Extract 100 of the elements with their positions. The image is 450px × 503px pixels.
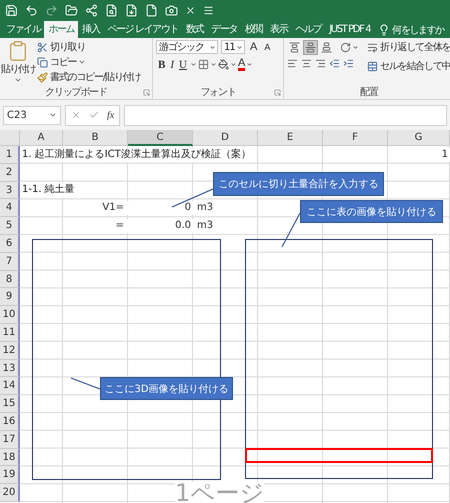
caret-icon (236, 44, 243, 50)
cell-text: 1 (440, 148, 450, 162)
wrap-text-icon (367, 42, 378, 52)
borders-icon[interactable] (198, 59, 209, 70)
lightbulb-icon (378, 24, 390, 36)
grow-font-button[interactable]: A (248, 41, 260, 53)
caret-icon (230, 61, 237, 68)
undo-icon[interactable] (25, 4, 38, 16)
close-icon[interactable] (185, 4, 196, 16)
copy-button[interactable]: コピー (36, 55, 142, 69)
insert-function-button[interactable]: fx (107, 110, 114, 120)
print-preview-icon[interactable] (105, 4, 118, 16)
merge-center-button[interactable]: セルを結合して中 (366, 59, 450, 73)
align-center-icon[interactable] (301, 58, 312, 69)
column-header[interactable]: C (128, 130, 193, 146)
ribbon-tab[interactable]: ページ レイアウト (103, 21, 182, 38)
format-painter-button[interactable]: 書式のコピー/貼り付け (36, 70, 142, 84)
camera-icon[interactable] (165, 4, 178, 16)
customize-icon[interactable] (203, 4, 214, 16)
bold-button[interactable]: B (156, 58, 168, 70)
cell-text: = (114, 219, 128, 234)
row-header[interactable]: 3 (0, 182, 20, 200)
wrap-text-button[interactable]: 折り返して全体を (366, 40, 450, 54)
row-header[interactable]: 4 (0, 199, 20, 218)
caret-icon (352, 44, 359, 51)
row-header[interactable]: 15 (0, 395, 20, 413)
vertical-align-button[interactable] (319, 40, 334, 55)
vertical-align-button[interactable] (303, 40, 318, 55)
row-header[interactable]: 14 (0, 377, 20, 396)
ribbon-tab[interactable]: ファイル (2, 21, 44, 38)
share-icon[interactable] (85, 4, 98, 16)
vertical-align-button[interactable] (287, 40, 302, 55)
clipboard-icon (7, 40, 29, 62)
ribbon-tab[interactable]: JUST PDF 4 (325, 21, 374, 38)
row-header[interactable]: 8 (0, 270, 20, 288)
fill-color-icon[interactable] (218, 59, 229, 70)
ribbon-tab[interactable]: ヘルプ (291, 21, 326, 38)
folder-icon[interactable] (65, 4, 78, 16)
increase-indent-icon[interactable] (343, 58, 354, 69)
caret-icon (49, 111, 57, 119)
row-header[interactable]: 12 (0, 342, 20, 360)
dialog-launcher-icon[interactable] (143, 89, 150, 96)
leader-line (70, 378, 100, 390)
row-header[interactable]: 10 (0, 306, 20, 324)
row-header[interactable]: 5 (0, 217, 20, 235)
align-icon (305, 42, 316, 53)
caret-icon (190, 61, 197, 68)
column-header[interactable]: E (258, 130, 323, 146)
row-header[interactable]: 2 (0, 164, 20, 182)
cut-button[interactable]: 切り取り (36, 40, 142, 54)
file-save-icon[interactable] (125, 4, 138, 16)
dialog-launcher-icon[interactable] (274, 89, 281, 96)
redo-icon[interactable] (45, 4, 58, 16)
orientation-icon[interactable] (340, 42, 351, 53)
caret-icon (78, 58, 86, 66)
row-header[interactable]: 20 (0, 484, 20, 502)
ribbon-tab[interactable]: ホーム (44, 21, 78, 38)
row-header[interactable]: 13 (0, 360, 20, 378)
ribbon-tab[interactable]: 挿入 (78, 21, 104, 38)
name-box[interactable]: C23 (3, 106, 61, 124)
group-label: フォント (199, 86, 237, 99)
column-header[interactable]: F (323, 130, 388, 146)
row-header[interactable]: 18 (0, 448, 20, 466)
cell-text: 0.0 (173, 219, 193, 234)
align-icon (321, 42, 332, 53)
font-color-button[interactable]: A (238, 58, 246, 71)
row-header[interactable]: 11 (0, 324, 20, 342)
row-header[interactable]: 1 (0, 146, 20, 164)
save-icon[interactable] (5, 4, 18, 16)
row-header[interactable]: 7 (0, 252, 20, 271)
row-header[interactable]: 17 (0, 430, 20, 449)
leader-line (282, 212, 300, 248)
ribbon-tab[interactable]: 表示 (266, 21, 292, 38)
column-header[interactable]: G (388, 130, 450, 146)
formula-field[interactable] (124, 104, 447, 126)
shrink-font-button[interactable]: A (262, 42, 272, 52)
column-header[interactable]: A (20, 130, 63, 146)
tell-me-field[interactable]: 何をしますか (392, 22, 444, 36)
cell-text: V1= (100, 201, 128, 216)
decrease-indent-icon[interactable] (329, 58, 340, 69)
row-header[interactable]: 6 (0, 234, 20, 253)
row-header[interactable]: 16 (0, 412, 20, 431)
row-header[interactable]: 19 (0, 466, 20, 484)
row-header[interactable]: 9 (0, 288, 20, 306)
paste-button[interactable]: 貼り付け (3, 40, 33, 86)
align-left-icon[interactable] (287, 58, 298, 69)
ribbon-tab[interactable]: 校閲 (241, 21, 266, 38)
merge-cells-icon (367, 60, 378, 72)
caret-icon (246, 61, 254, 68)
font-size-field[interactable]: 11 (221, 40, 245, 54)
ribbon-tab[interactable]: 数式 (182, 21, 208, 38)
italic-button[interactable]: I (168, 58, 176, 70)
column-header[interactable]: D (193, 130, 258, 146)
column-header[interactable]: B (63, 130, 128, 146)
new-file-icon[interactable] (145, 4, 158, 16)
align-right-icon[interactable] (315, 58, 326, 69)
font-name-field[interactable]: 游ゴシック (156, 40, 218, 54)
page-number-label: 1ページ (175, 482, 264, 503)
ribbon-tab[interactable]: データ (207, 21, 242, 38)
underline-button[interactable]: U (177, 58, 189, 70)
